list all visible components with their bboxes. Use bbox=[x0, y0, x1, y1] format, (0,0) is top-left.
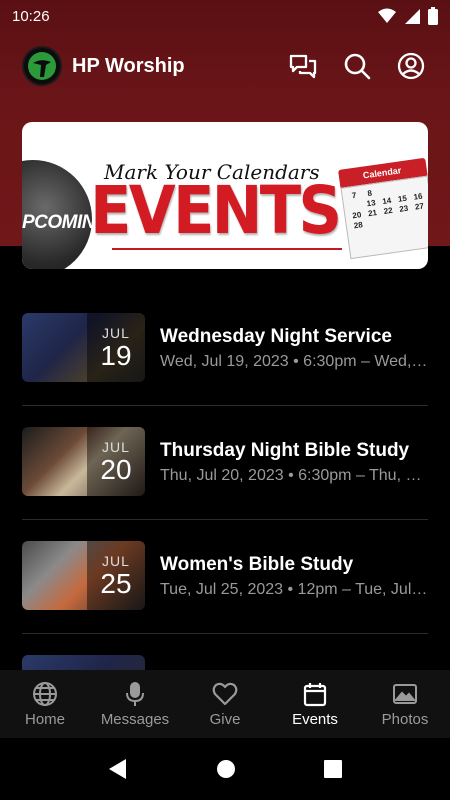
status-icons bbox=[378, 7, 438, 25]
event-datetime: Tue, Jul 25, 2023 • 12pm – Tue, Jul 25, … bbox=[160, 581, 428, 598]
calendar-graphic-number: 23 bbox=[398, 203, 409, 214]
nav-events[interactable]: Events bbox=[270, 670, 360, 738]
event-datetime: Wed, Jul 19, 2023 • 6:30pm – Wed, Jul 19… bbox=[160, 353, 428, 370]
battery-icon bbox=[428, 7, 438, 25]
bottom-navigation: Home Messages Give Events Photos bbox=[0, 670, 450, 738]
nav-photos-label: Photos bbox=[381, 710, 429, 728]
event-thumbnail: JUL 25 bbox=[22, 541, 145, 610]
account-button[interactable] bbox=[394, 49, 428, 83]
event-thumbnail: JUL 20 bbox=[22, 427, 145, 496]
event-month: JUL bbox=[102, 552, 130, 569]
event-day: 25 bbox=[100, 567, 132, 599]
nav-events-label: Events bbox=[292, 710, 338, 728]
status-time: 10:26 bbox=[12, 7, 50, 25]
event-title: Wednesday Night Service bbox=[160, 326, 392, 347]
heart-icon bbox=[212, 682, 238, 705]
app-logo[interactable] bbox=[22, 46, 62, 86]
event-datetime: Thu, Jul 20, 2023 • 6:30pm – Thu, Jul 20… bbox=[160, 467, 428, 484]
signal-icon bbox=[405, 9, 420, 24]
banner-underline bbox=[112, 248, 342, 250]
logo-icon bbox=[28, 52, 56, 80]
event-title: Thursday Night Bible Study bbox=[160, 440, 410, 461]
nav-messages[interactable]: Messages bbox=[90, 670, 180, 738]
wifi-icon bbox=[378, 8, 396, 23]
chat-button[interactable] bbox=[286, 49, 320, 83]
calendar-graphic-number: 27 bbox=[414, 201, 425, 212]
calendar-graphic-number: 28 bbox=[353, 220, 364, 231]
recents-icon[interactable] bbox=[324, 760, 342, 778]
nav-messages-label: Messages bbox=[100, 710, 170, 728]
calendar-graphic-number: 22 bbox=[383, 205, 394, 217]
system-navigation bbox=[0, 738, 450, 800]
event-month: JUL bbox=[102, 438, 130, 455]
events-banner[interactable]: PCOMING Mark Your Calendars EVENTS Calen… bbox=[22, 122, 428, 269]
event-title: Women's Bible Study bbox=[160, 554, 354, 575]
event-row[interactable]: JUL 20 Thursday Night Bible Study Thu, J… bbox=[22, 406, 428, 520]
nav-give[interactable]: Give bbox=[180, 670, 270, 738]
event-month: JUL bbox=[102, 324, 130, 341]
app-bar: HP Worship bbox=[0, 44, 450, 88]
nav-give-label: Give bbox=[209, 710, 241, 728]
back-icon[interactable] bbox=[108, 758, 128, 780]
banner-headline: EVENTS bbox=[90, 172, 342, 249]
search-icon bbox=[344, 53, 371, 80]
calendar-graphic-number: 21 bbox=[367, 208, 378, 219]
image-icon bbox=[393, 683, 417, 704]
app-title: HP Worship bbox=[72, 54, 185, 77]
event-row[interactable]: JUL 25 Women's Bible Study Tue, Jul 25, … bbox=[22, 520, 428, 634]
event-thumbnail: JUL 19 bbox=[22, 313, 145, 382]
calendar-icon bbox=[303, 682, 327, 706]
globe-icon bbox=[33, 681, 57, 706]
event-day: 19 bbox=[100, 339, 132, 371]
event-day: 20 bbox=[100, 453, 132, 485]
status-bar: 10:26 bbox=[0, 0, 450, 32]
nav-photos[interactable]: Photos bbox=[360, 670, 450, 738]
search-button[interactable] bbox=[340, 49, 374, 83]
microphone-icon bbox=[126, 681, 144, 706]
nav-home[interactable]: Home bbox=[0, 670, 90, 738]
app-actions bbox=[286, 49, 428, 83]
home-icon[interactable] bbox=[216, 759, 236, 779]
event-row[interactable]: JUL 19 Wednesday Night Service Wed, Jul … bbox=[22, 292, 428, 406]
account-icon bbox=[397, 52, 425, 80]
nav-home-label: Home bbox=[24, 710, 65, 728]
calendar-graphic-grid: 78 13 14 15 16 20 21 22 23 27 28 bbox=[342, 177, 428, 236]
calendar-graphic: Calendar 78 13 14 15 16 20 21 22 23 27 28 bbox=[328, 154, 428, 267]
chat-icon bbox=[289, 54, 317, 79]
